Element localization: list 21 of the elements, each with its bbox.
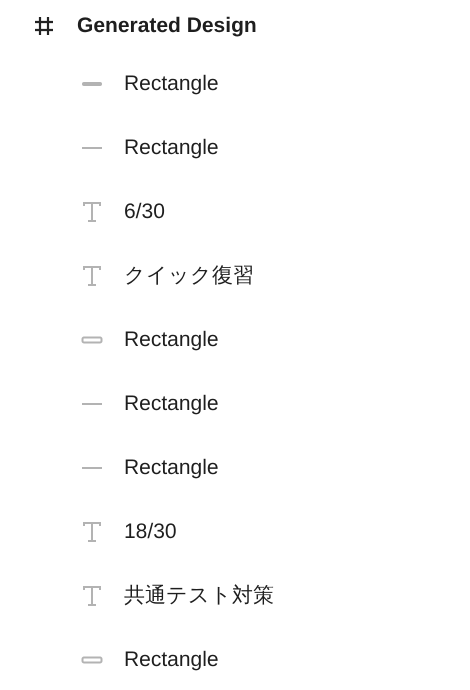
layer-name[interactable]: Rectangle — [124, 68, 219, 100]
rectangle-icon — [81, 336, 103, 344]
layer-name[interactable]: Rectangle — [124, 388, 219, 420]
text-icon — [81, 521, 103, 543]
layer-name[interactable]: Generated Design — [77, 10, 257, 42]
rectangle-icon — [81, 656, 103, 664]
layer-name[interactable]: 18/30 — [124, 516, 177, 548]
line-icon — [81, 466, 103, 470]
layer-name[interactable]: Rectangle — [124, 644, 219, 676]
text-icon — [81, 585, 103, 607]
text-icon — [81, 265, 103, 287]
layer-name[interactable]: 共通テスト対策 — [124, 580, 274, 612]
layer-name[interactable]: 6/30 — [124, 196, 165, 228]
layer-name[interactable]: クイック復習 — [124, 260, 254, 292]
layer-name[interactable]: Rectangle — [124, 324, 219, 356]
line-icon — [81, 402, 103, 406]
layer-name[interactable]: Rectangle — [124, 452, 219, 484]
text-icon — [81, 201, 103, 223]
layer-name[interactable]: Rectangle — [124, 132, 219, 164]
frame-icon — [34, 16, 54, 36]
line-icon — [81, 146, 103, 150]
